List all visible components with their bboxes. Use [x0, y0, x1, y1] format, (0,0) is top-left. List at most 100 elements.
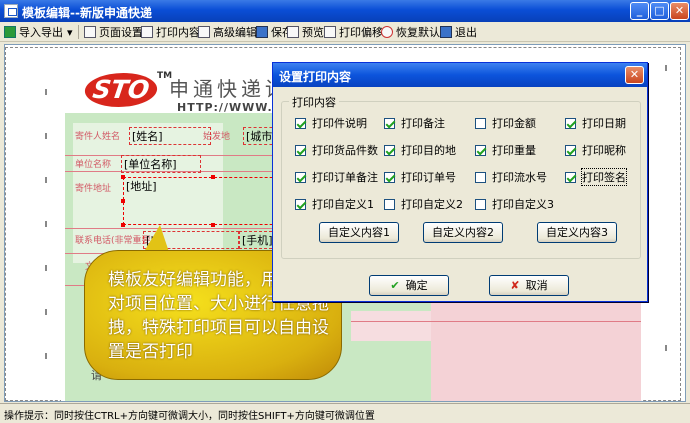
- checkbox-label: 打印件说明: [312, 117, 367, 130]
- exit-icon: [440, 26, 452, 38]
- checkmark-icon: ✔: [390, 279, 400, 292]
- restore-default-icon: [381, 26, 393, 38]
- window-titlebar: 模板编辑--新版申通快递 _ □ ✕: [0, 0, 690, 22]
- custom-content-1-button[interactable]: 自定义内容1: [319, 222, 399, 243]
- minimize-button[interactable]: _: [630, 2, 649, 20]
- page-setup-icon: [84, 26, 96, 38]
- checkbox-print-item-desc[interactable]: 打印件说明: [295, 115, 367, 131]
- toolbar-print-content[interactable]: 打印内容: [141, 24, 200, 40]
- advanced-edit-icon: [198, 26, 210, 38]
- preview-icon: [287, 26, 299, 38]
- checkbox-box[interactable]: [475, 171, 486, 183]
- toolbar-print-content-label: 打印内容: [156, 26, 200, 39]
- checkbox-label: 打印备注: [401, 117, 445, 130]
- page-marker: [45, 89, 49, 95]
- checkbox-print-custom-3[interactable]: 打印自定义3: [475, 196, 554, 212]
- checkbox-print-nickname[interactable]: 打印昵称: [565, 142, 626, 158]
- checkbox-label: 打印自定义3: [492, 198, 554, 211]
- checkbox-box[interactable]: [295, 144, 306, 156]
- page-marker: [45, 353, 49, 359]
- toolbar: 导入导出 ▾ 页面设置 打印内容 高级编辑 保存 预览 打印偏移 恢复默认 退出: [0, 22, 690, 42]
- checkbox-print-custom-2[interactable]: 打印自定义2: [384, 196, 463, 212]
- label-sender-address: 寄件地址: [75, 184, 112, 194]
- checkbox-box[interactable]: [475, 198, 486, 210]
- label-sender-name: 寄件人姓名: [75, 132, 121, 142]
- label-unit-name: 单位名称: [75, 160, 112, 170]
- chevron-down-icon[interactable]: ▾: [67, 26, 73, 39]
- checkbox-print-weight[interactable]: 打印重量: [475, 142, 536, 158]
- ok-label: 确定: [405, 279, 428, 292]
- toolbar-preview[interactable]: 预览: [287, 24, 324, 40]
- checkbox-label: 打印订单备注: [312, 171, 378, 184]
- toolbar-page-setup[interactable]: 页面设置: [84, 24, 143, 40]
- toolbar-print-offset-label: 打印偏移: [339, 26, 383, 39]
- sto-logo-text: STO: [90, 75, 152, 104]
- checkbox-print-order-remark[interactable]: 打印订单备注: [295, 169, 378, 185]
- form-receipt-area-left: [351, 311, 431, 341]
- save-icon: [256, 26, 268, 38]
- checkbox-box[interactable]: [384, 198, 395, 210]
- print-content-dialog: 设置打印内容 ✕ 打印内容 打印件说明 打印备注 打印金额 打印日期 打印货品件…: [272, 62, 648, 302]
- checkbox-label: 打印金额: [492, 117, 536, 130]
- checkbox-box[interactable]: [475, 117, 486, 129]
- cross-icon: ✘: [510, 279, 520, 292]
- print-offset-icon: [324, 26, 336, 38]
- sto-logo: STO: [82, 73, 160, 107]
- checkbox-print-amount[interactable]: 打印金额: [475, 115, 536, 131]
- checkbox-label: 打印流水号: [492, 171, 547, 184]
- toolbar-preview-label: 预览: [302, 26, 324, 39]
- checkbox-print-goods-count[interactable]: 打印货品件数: [295, 142, 378, 158]
- custom-content-2-button[interactable]: 自定义内容2: [423, 222, 503, 243]
- field-name[interactable]: [姓名]: [129, 127, 211, 145]
- checkbox-label: 打印订单号: [401, 171, 456, 184]
- page-marker: [665, 65, 669, 71]
- close-window-button[interactable]: ✕: [670, 2, 689, 20]
- toolbar-import-export[interactable]: 导入导出 ▾: [4, 24, 73, 40]
- checkbox-box[interactable]: [565, 144, 576, 156]
- dialog-titlebar[interactable]: 设置打印内容 ✕: [273, 63, 647, 87]
- checkbox-box[interactable]: [295, 171, 306, 183]
- page-marker: [45, 221, 49, 227]
- toolbar-import-export-label: 导入导出: [19, 26, 63, 39]
- form-receipt-area: [431, 303, 641, 401]
- checkbox-box[interactable]: [565, 117, 576, 129]
- checkbox-print-remark[interactable]: 打印备注: [384, 115, 445, 131]
- dialog-close-button[interactable]: ✕: [625, 66, 644, 84]
- page-marker: [45, 265, 49, 271]
- toolbar-exit[interactable]: 退出: [440, 24, 477, 40]
- custom-content-3-button[interactable]: 自定义内容3: [537, 222, 617, 243]
- checkbox-print-date[interactable]: 打印日期: [565, 115, 626, 131]
- maximize-button[interactable]: □: [650, 2, 669, 20]
- cancel-button[interactable]: ✘ 取消: [489, 275, 569, 296]
- checkbox-box[interactable]: [475, 144, 486, 156]
- status-bar: 操作提示：同时按住CTRL+方向键可微调大小，同时按住SHIFT+方向键可微调位…: [0, 403, 690, 423]
- page-marker: [45, 309, 49, 315]
- toolbar-advanced-edit[interactable]: 高级编辑: [198, 24, 257, 40]
- checkbox-print-serial-no[interactable]: 打印流水号: [475, 169, 547, 185]
- toolbar-restore-default-label: 恢复默认: [396, 26, 440, 39]
- checkbox-box[interactable]: [384, 144, 395, 156]
- checkbox-box[interactable]: [295, 117, 306, 129]
- checkbox-print-custom-1[interactable]: 打印自定义1: [295, 196, 374, 212]
- app-icon: [4, 4, 18, 18]
- cancel-label: 取消: [525, 279, 548, 292]
- checkbox-label: 打印自定义2: [401, 198, 463, 211]
- checkbox-box[interactable]: [384, 117, 395, 129]
- checkbox-box[interactable]: [295, 198, 306, 210]
- page-marker: [45, 133, 49, 139]
- checkbox-label: 打印昵称: [582, 144, 626, 157]
- group-label: 打印内容: [289, 94, 339, 110]
- checkbox-box[interactable]: [565, 171, 576, 183]
- checkbox-print-signature[interactable]: 打印签名: [565, 168, 627, 186]
- toolbar-print-offset[interactable]: 打印偏移: [324, 24, 383, 40]
- print-content-icon: [141, 26, 153, 38]
- ok-button[interactable]: ✔ 确定: [369, 275, 449, 296]
- field-unit-name[interactable]: [单位名称]: [121, 155, 201, 173]
- import-export-icon: [4, 26, 16, 38]
- toolbar-restore-default[interactable]: 恢复默认: [381, 24, 440, 40]
- checkbox-label: 打印自定义1: [312, 198, 374, 211]
- checkbox-label: 打印日期: [582, 117, 626, 130]
- checkbox-box[interactable]: [384, 171, 395, 183]
- checkbox-print-order-no[interactable]: 打印订单号: [384, 169, 456, 185]
- checkbox-print-destination[interactable]: 打印目的地: [384, 142, 456, 158]
